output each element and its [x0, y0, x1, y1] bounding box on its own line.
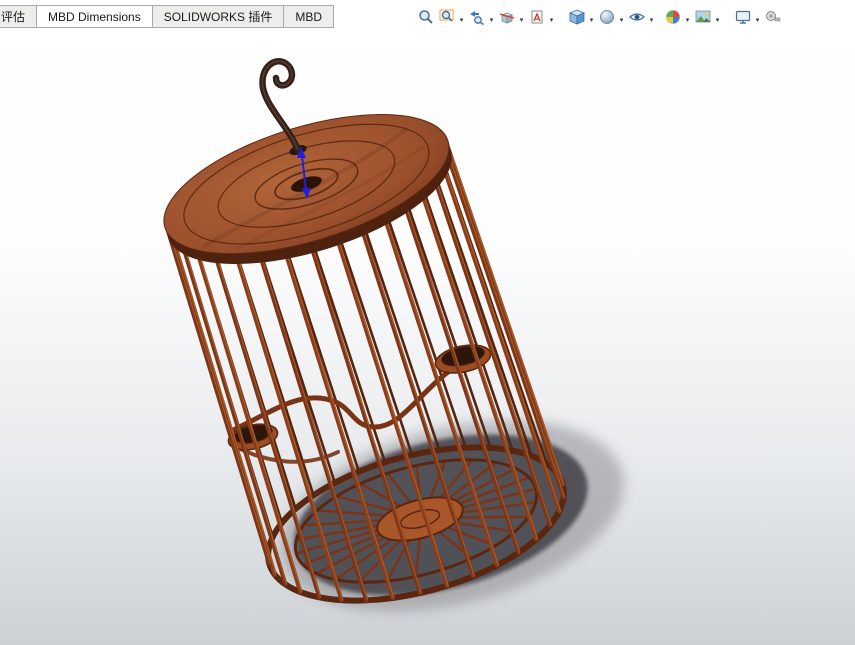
- section-view-dropdown-arrow[interactable]: ▾: [517, 9, 526, 30]
- tab-mbd-dimensions[interactable]: MBD Dimensions: [36, 5, 153, 28]
- view-orientation-button[interactable]: [566, 9, 587, 30]
- section-view-icon: [499, 9, 515, 30]
- zoom-dropdown-arrow[interactable]: ▾: [457, 9, 466, 30]
- tape-measure-button[interactable]: [762, 9, 783, 30]
- view-orientation-cube-icon: [569, 9, 585, 30]
- tab-label: 评估: [1, 8, 25, 25]
- view-orientation-dropdown-arrow[interactable]: ▾: [587, 9, 596, 30]
- eye-icon: [629, 9, 645, 30]
- tab-evaluate[interactable]: 评估: [0, 5, 37, 28]
- appearance-sphere-icon: [665, 9, 681, 30]
- scene-photo-icon: [695, 9, 711, 30]
- monitor-icon: [735, 9, 751, 30]
- tab-label: SOLIDWORKS 插件: [164, 8, 273, 25]
- edit-appearance-button[interactable]: [662, 9, 683, 30]
- zoom-to-area-icon: [439, 9, 455, 30]
- apply-scene-dropdown-arrow[interactable]: ▾: [713, 9, 722, 30]
- display-style-dropdown-arrow[interactable]: ▾: [617, 9, 626, 30]
- edit-appearance-dropdown-arrow[interactable]: ▾: [683, 9, 692, 30]
- previous-view-dropdown-arrow[interactable]: ▾: [487, 9, 496, 30]
- tab-solidworks-addins[interactable]: SOLIDWORKS 插件: [152, 5, 285, 28]
- dynamic-annotation-views-button[interactable]: [526, 9, 547, 30]
- hide-show-items-button[interactable]: [626, 9, 647, 30]
- view-settings-dropdown-arrow[interactable]: ▾: [753, 9, 762, 30]
- apply-scene-button[interactable]: [692, 9, 713, 30]
- tab-label: MBD: [295, 10, 322, 24]
- commandmanager-tabs: 评估 MBD Dimensions SOLIDWORKS 插件 MBD: [0, 5, 333, 28]
- heads-up-toolbar: ▾ ▾ ▾ ▾ ▾ ▾ ▾ ▾ ▾ ▾: [415, 9, 783, 30]
- section-view-button[interactable]: [496, 9, 517, 30]
- zoom-to-area-button[interactable]: [436, 9, 457, 30]
- zoom-to-fit-icon: [418, 9, 434, 30]
- tape-measure-icon: [765, 9, 781, 30]
- previous-view-button[interactable]: [466, 9, 487, 30]
- previous-view-icon: [469, 9, 485, 30]
- view-settings-button[interactable]: [732, 9, 753, 30]
- annotation-views-dropdown-arrow[interactable]: ▾: [547, 9, 556, 30]
- hide-show-dropdown-arrow[interactable]: ▾: [647, 9, 656, 30]
- tab-mbd[interactable]: MBD: [283, 5, 334, 28]
- dynamic-annotation-views-icon: [529, 9, 545, 30]
- display-style-icon: [599, 9, 615, 30]
- zoom-to-fit-button[interactable]: [415, 9, 436, 30]
- tab-label: MBD Dimensions: [48, 10, 141, 24]
- display-style-button[interactable]: [596, 9, 617, 30]
- graphics-area[interactable]: [0, 0, 855, 645]
